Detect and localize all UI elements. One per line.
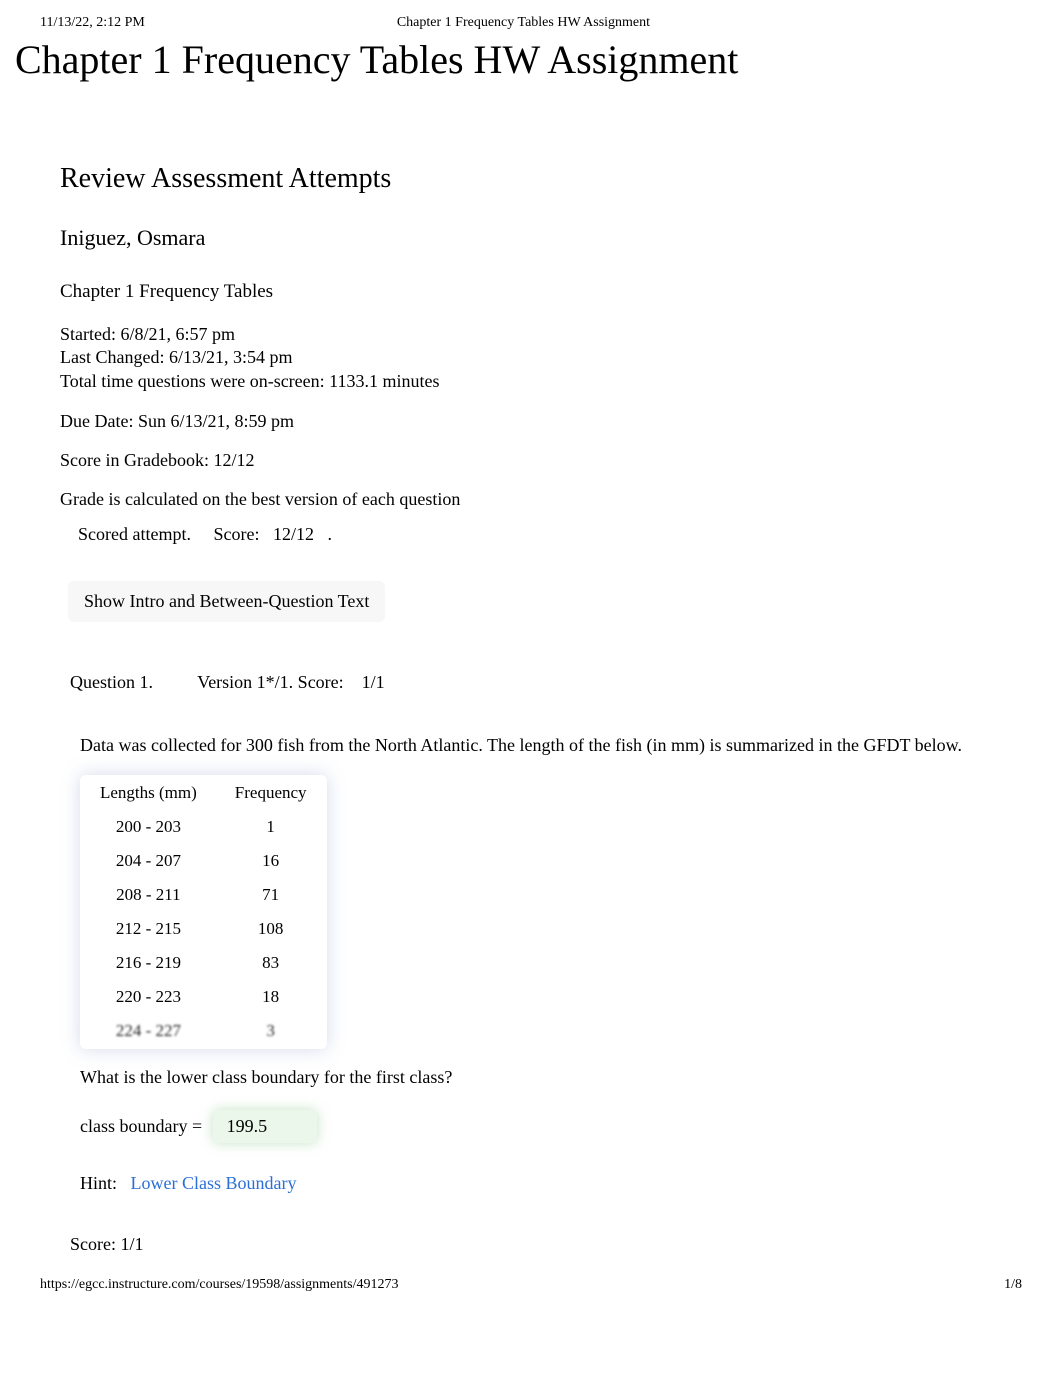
print-header-spacer xyxy=(902,15,1022,31)
answer-value: 199.5 xyxy=(213,1110,318,1143)
started-line: Started: 6/8/21, 6:57 pm xyxy=(60,323,1002,346)
due-date: Due Date: Sun 6/13/21, 8:59 pm xyxy=(60,411,1002,432)
print-header: 11/13/22, 2:12 PM Chapter 1 Frequency Ta… xyxy=(0,0,1062,36)
table-cell: 83 xyxy=(217,947,325,979)
score-gradebook: Score in Gradebook: 12/12 xyxy=(60,450,1002,471)
table-row: 224 - 227 3 xyxy=(82,1015,325,1047)
scored-attempt-label: Scored attempt. xyxy=(78,524,191,544)
scored-attempt-score-value: 12/12 xyxy=(273,524,314,544)
question-version-label: Version 1*/1. Score: xyxy=(197,672,343,692)
total-time-line: Total time questions were on-screen: 113… xyxy=(60,370,1002,393)
hint-label: Hint: xyxy=(80,1173,117,1193)
table-cell: 108 xyxy=(217,913,325,945)
hint-line: Hint: Lower Class Boundary xyxy=(80,1173,982,1194)
scored-attempt-trail: . xyxy=(327,524,332,544)
table-cell: 18 xyxy=(217,981,325,1013)
question-body: Data was collected for 300 fish from the… xyxy=(60,733,1002,1194)
question-prompt: What is the lower class boundary for the… xyxy=(80,1067,982,1088)
meta-block: Started: 6/8/21, 6:57 pm Last Changed: 6… xyxy=(60,323,1002,393)
table-cell: 208 - 211 xyxy=(82,879,215,911)
print-footer: https://egcc.instructure.com/courses/195… xyxy=(0,1275,1062,1308)
table-cell: 216 - 219 xyxy=(82,947,215,979)
print-footer-page: 1/8 xyxy=(1004,1277,1022,1293)
table-cell: 71 xyxy=(217,879,325,911)
table-row: 208 - 211 71 xyxy=(82,879,325,911)
hint-link[interactable]: Lower Class Boundary xyxy=(131,1173,297,1193)
table-row: 212 - 215 108 xyxy=(82,913,325,945)
print-timestamp: 11/13/22, 2:12 PM xyxy=(40,15,145,31)
question-score-footer: Score: 1/1 xyxy=(60,1234,1002,1255)
answer-line: class boundary = 199.5 xyxy=(80,1110,982,1143)
scored-attempt-score-label: Score: xyxy=(213,524,259,544)
print-title: Chapter 1 Frequency Tables HW Assignment xyxy=(397,15,650,31)
grade-note: Grade is calculated on the best version … xyxy=(60,489,1002,510)
show-intro-button[interactable]: Show Intro and Between-Question Text xyxy=(68,581,385,622)
answer-label: class boundary = xyxy=(80,1116,202,1136)
content: Review Assessment Attempts Iniguez, Osma… xyxy=(0,163,1062,1275)
print-footer-url: https://egcc.instructure.com/courses/195… xyxy=(40,1277,399,1293)
table-cell: 16 xyxy=(217,845,325,877)
table-cell: 224 - 227 xyxy=(82,1015,215,1047)
table-header-lengths: Lengths (mm) xyxy=(82,777,215,809)
table-cell: 3 xyxy=(217,1015,325,1047)
student-name: Iniguez, Osmara xyxy=(60,225,1002,251)
table-cell: 204 - 207 xyxy=(82,845,215,877)
last-changed-line: Last Changed: 6/13/21, 3:54 pm xyxy=(60,346,1002,369)
table-row: 200 - 203 1 xyxy=(82,811,325,843)
question-version-score: 1/1 xyxy=(362,672,385,692)
table-row: 220 - 223 18 xyxy=(82,981,325,1013)
table-cell: 220 - 223 xyxy=(82,981,215,1013)
assignment-name: Chapter 1 Frequency Tables xyxy=(60,281,1002,303)
table-row: 216 - 219 83 xyxy=(82,947,325,979)
table-cell: 1 xyxy=(217,811,325,843)
question-block: Question 1. Version 1*/1. Score: 1/1 Dat… xyxy=(60,662,1002,1275)
question-text: Data was collected for 300 fish from the… xyxy=(80,733,982,757)
frequency-table: Lengths (mm) Frequency 200 - 203 1 204 -… xyxy=(80,775,327,1049)
scored-attempt: Scored attempt. Score: 12/12 . xyxy=(68,518,342,551)
table-cell: 200 - 203 xyxy=(82,811,215,843)
page-title: Chapter 1 Frequency Tables HW Assignment xyxy=(0,36,1062,83)
section-heading: Review Assessment Attempts xyxy=(60,163,1002,195)
question-number: Question 1. xyxy=(70,672,153,693)
table-cell: 212 - 215 xyxy=(82,913,215,945)
question-header: Question 1. Version 1*/1. Score: 1/1 xyxy=(60,662,405,703)
table-header-frequency: Frequency xyxy=(217,777,325,809)
table-row: 204 - 207 16 xyxy=(82,845,325,877)
